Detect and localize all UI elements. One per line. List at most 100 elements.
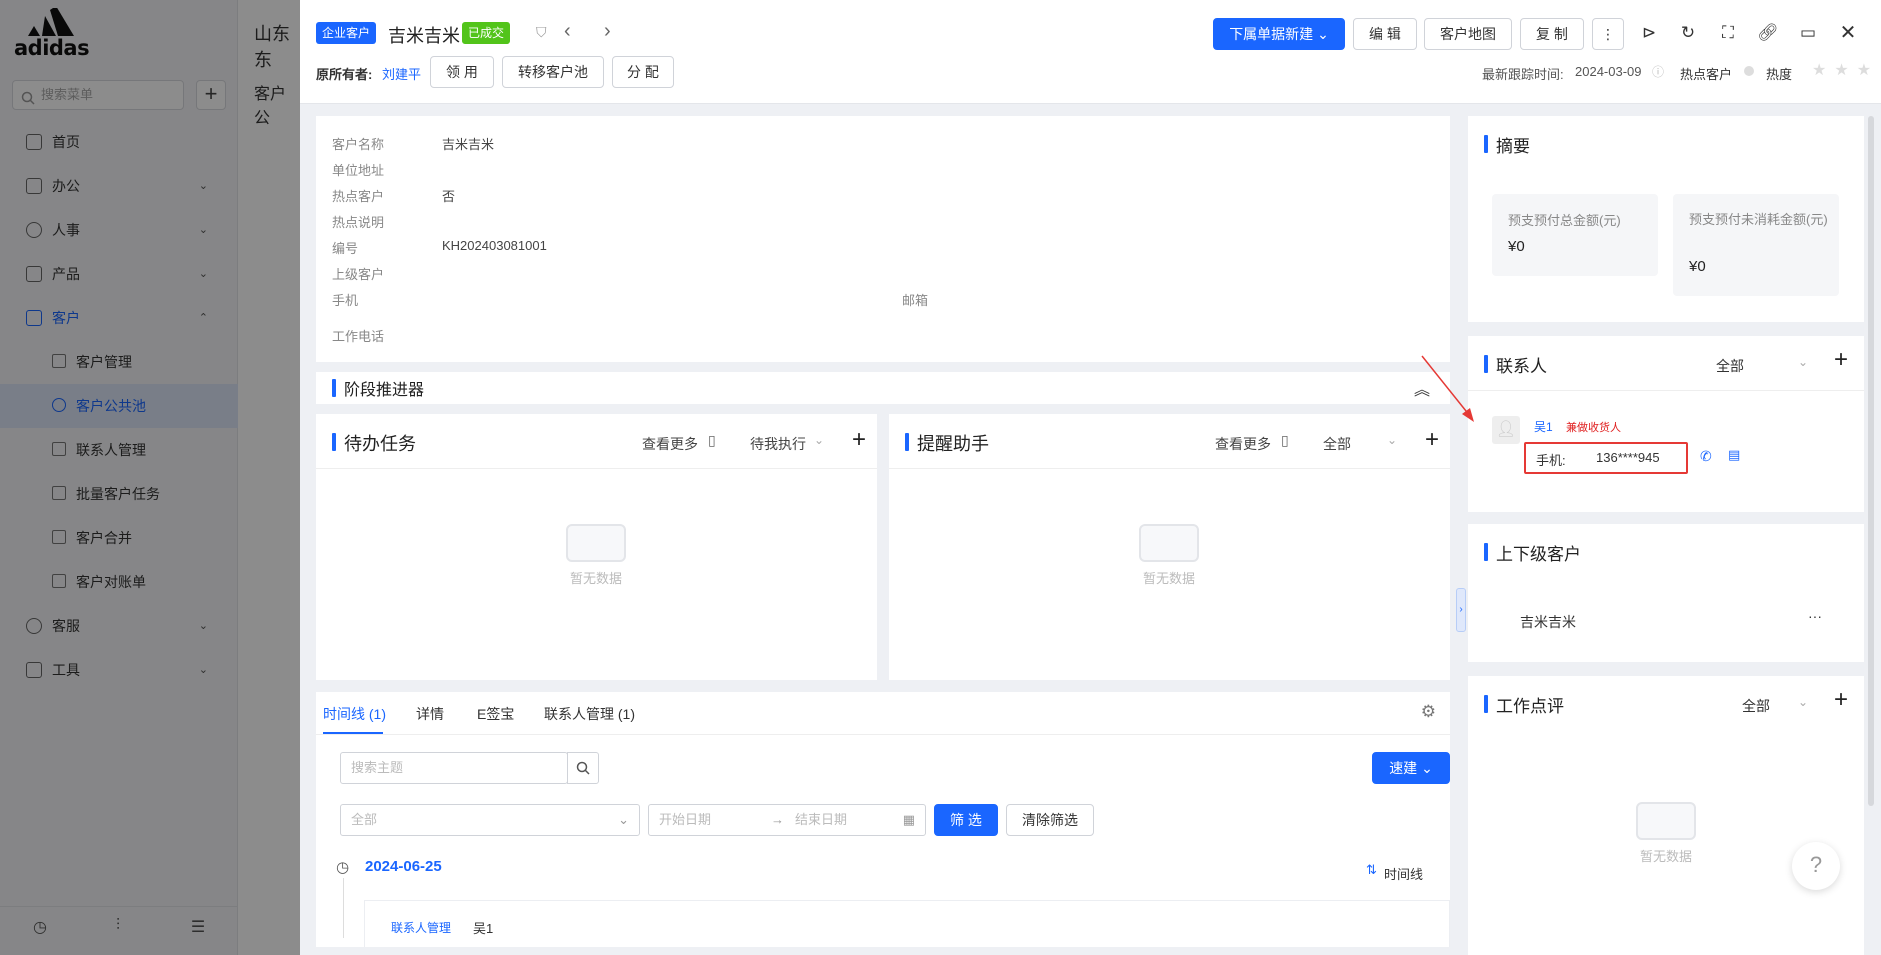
chevron-down-icon: ⌄ <box>814 433 825 447</box>
last-follow-label: 最新跟踪时间: <box>1482 67 1564 82</box>
tab-contact-manage[interactable]: 联系人管理 (1) <box>544 704 635 724</box>
quick-new-button[interactable]: 速建 ⌄ <box>1372 752 1450 784</box>
summary-title: 摘要 <box>1484 132 1530 157</box>
timeline-toggle[interactable]: 时间线 <box>1384 864 1423 883</box>
field-label: 手机 <box>332 293 359 308</box>
review-empty-state: 暂无数据 <box>1626 802 1706 865</box>
tab-timeline[interactable]: 时间线 (1) <box>323 704 386 724</box>
field-value-customer-name: 吉米吉米 <box>442 137 495 152</box>
divider <box>889 468 1450 469</box>
more-options-icon[interactable]: ⋮ <box>1592 18 1624 50</box>
play-icon[interactable]: ⊳ <box>1636 20 1662 46</box>
customer-detail-drawer: 企业客户 吉米吉米 已成交 ⛉ ‹ › 原所有者: 刘建平 领 用 转移客户池 … <box>300 0 1881 955</box>
field-value-code: KH202403081001 <box>442 238 547 253</box>
hot-customer-label: 热点客户 <box>1680 67 1733 82</box>
contact-phone-label: 手机: <box>1536 453 1566 468</box>
book-icon[interactable]: ▯ <box>1281 432 1289 449</box>
reminder-view-more-link[interactable]: 查看更多 <box>1215 434 1271 454</box>
modal-overlay[interactable] <box>0 0 300 955</box>
hierarchy-customer-item[interactable]: 吉米吉米 <box>1520 612 1576 632</box>
panel-collapse-handle[interactable]: › <box>1456 588 1466 632</box>
summary-unused-value: ¥0 <box>1689 258 1706 275</box>
search-button[interactable] <box>567 752 599 784</box>
empty-box-icon <box>1636 802 1696 840</box>
contact-role-badge: 兼做收货人 <box>1566 422 1621 434</box>
dock-icon[interactable]: ▭ <box>1795 20 1821 46</box>
phone-highlight-box: 手机: 136****945 <box>1524 442 1688 474</box>
chevron-down-icon: ⌄ <box>1798 355 1809 369</box>
stage-advancer-bar[interactable]: 阶段推进器 ︽ <box>316 372 1450 404</box>
summary-total-value: ¥0 <box>1508 238 1525 255</box>
assign-button[interactable]: 分 配 <box>612 56 674 88</box>
edit-button[interactable]: 编 辑 <box>1353 18 1417 50</box>
summary-unused-tile: 预支预付未消耗金额(元) ¥0 <box>1673 194 1839 296</box>
heat-stars[interactable]: ★★★ <box>1812 60 1879 80</box>
help-float-button[interactable]: ? <box>1792 842 1840 890</box>
empty-box-icon <box>566 524 626 562</box>
heat-label: 热度 <box>1766 67 1793 82</box>
summary-total-tile: 预支预付总金额(元) ¥0 <box>1492 194 1658 276</box>
new-sub-document-button[interactable]: 下属单据新建 ⌄ <box>1213 18 1345 50</box>
timeline-sort-icon[interactable]: ⇅ <box>1366 862 1377 878</box>
timeline-entry[interactable]: 联系人管理 吴1 <box>364 900 1450 947</box>
summary-card: 摘要 预支预付总金额(元) ¥0 预支预付未消耗金额(元) ¥0 <box>1468 116 1864 322</box>
prev-record-icon[interactable]: ‹ <box>564 20 571 43</box>
todo-view-more-link[interactable]: 查看更多 <box>642 434 698 454</box>
transfer-pool-button[interactable]: 转移客户池 <box>502 56 604 88</box>
reminder-title: 提醒助手 <box>905 430 989 456</box>
help-circle-icon[interactable]: ⓘ <box>1652 63 1664 80</box>
close-icon[interactable]: ✕ <box>1835 20 1861 46</box>
topic-search-input[interactable]: 搜索主题 <box>340 752 568 784</box>
fullscreen-icon[interactable]: ⛶ <box>1715 20 1741 46</box>
add-todo-icon[interactable]: + <box>852 426 866 454</box>
tab-details[interactable]: 详情 <box>416 704 444 724</box>
gear-icon[interactable]: ⚙ <box>1421 702 1436 722</box>
timeline-card: 时间线 (1) 详情 E签宝 联系人管理 (1) ⚙ 搜索主题 速建 ⌄ 全部 ⌄… <box>316 692 1450 947</box>
field-label: 上级客户 <box>332 267 385 282</box>
shield-icon[interactable]: ⛉ <box>536 24 547 41</box>
last-follow-date: 2024-03-09 <box>1575 64 1642 79</box>
chevron-down-icon: ⌄ <box>618 812 629 827</box>
field-label: 热点客户 <box>332 189 385 204</box>
type-select-value: 全部 <box>351 812 378 827</box>
tab-esign[interactable]: E签宝 <box>477 704 514 724</box>
claim-button[interactable]: 领 用 <box>430 56 494 88</box>
review-filter-select[interactable]: 全部 <box>1742 696 1770 716</box>
todo-filter-select[interactable]: 待我执行 <box>750 434 806 454</box>
clock-icon: ◷ <box>336 859 350 876</box>
summary-unused-label: 预支预付未消耗金额(元) <box>1689 212 1828 227</box>
link-icon[interactable]: 🔗︎ <box>1755 20 1781 46</box>
add-contact-icon[interactable]: + <box>1834 346 1848 374</box>
owner-name-link[interactable]: 刘建平 <box>382 64 421 83</box>
book-icon[interactable]: ▯ <box>708 432 716 449</box>
type-select[interactable]: 全部 ⌄ <box>340 804 640 836</box>
customer-type-tag: 企业客户 <box>316 22 377 44</box>
more-options-icon[interactable]: ··· <box>1808 608 1822 624</box>
message-icon[interactable]: ▤ <box>1728 447 1740 463</box>
contact-phone-value: 136****945 <box>1596 450 1660 465</box>
contacts-filter-select[interactable]: 全部 <box>1716 356 1744 376</box>
reminder-card: 提醒助手 查看更多 ▯ 全部 ⌄ + 暂无数据 <box>889 414 1450 680</box>
scrollbar[interactable] <box>1868 116 1874 806</box>
reminder-filter-select[interactable]: 全部 <box>1323 434 1351 454</box>
refresh-icon[interactable]: ↻ <box>1675 20 1701 46</box>
timeline-entry-name: 吴1 <box>473 921 494 936</box>
copy-button[interactable]: 复 制 <box>1520 18 1584 50</box>
clear-filter-button[interactable]: 清除筛选 <box>1006 804 1094 836</box>
contact-name-link[interactable]: 吴1 <box>1534 418 1553 435</box>
add-reminder-icon[interactable]: + <box>1425 426 1439 454</box>
date-range-picker[interactable]: 开始日期 → 结束日期 ▦ <box>648 804 926 836</box>
filter-button[interactable]: 筛 选 <box>934 804 998 836</box>
add-review-icon[interactable]: + <box>1834 686 1848 714</box>
contacts-card: 联系人 全部 ⌄ + 👤︎ 吴1 兼做收货人 手机: 136****945 ✆ … <box>1468 336 1864 512</box>
hierarchy-card: 上下级客户 吉米吉米 ··· <box>1468 524 1864 662</box>
next-record-icon[interactable]: › <box>604 20 611 43</box>
field-label-email: 邮箱 <box>902 293 929 308</box>
customer-map-button[interactable]: 客户地图 <box>1424 18 1512 50</box>
start-date-placeholder: 开始日期 <box>659 812 712 827</box>
new-sub-document-label: 下属单据新建 <box>1229 26 1314 42</box>
calendar-icon: ▦ <box>902 812 915 827</box>
field-label: 客户名称 <box>332 137 385 152</box>
phone-call-icon[interactable]: ✆ <box>1700 448 1712 465</box>
timeline-entry-tag[interactable]: 联系人管理 <box>391 919 451 936</box>
